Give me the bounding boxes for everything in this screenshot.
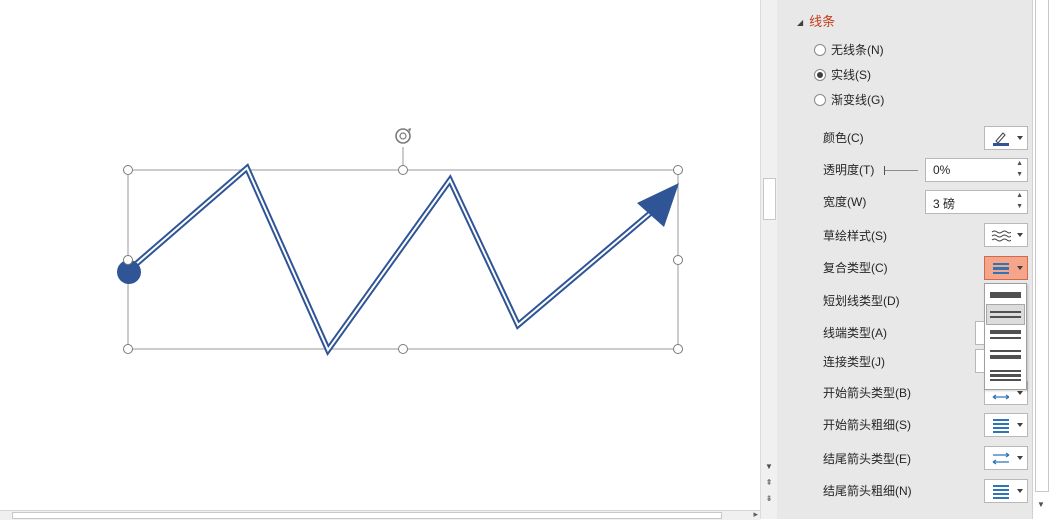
spin-up-icon[interactable]: ▲ [1016, 160, 1023, 167]
rotate-handle-icon[interactable] [395, 128, 411, 144]
vertical-scroll-thumb[interactable] [763, 178, 776, 220]
begin-arrow-type-label: 开始箭头类型(B) [823, 386, 911, 400]
chevron-down-icon [1017, 423, 1023, 427]
line-section-header[interactable]: ◢ 线条 [797, 11, 835, 30]
line-weights-icon [993, 485, 1009, 499]
radio-icon-checked[interactable] [814, 69, 826, 81]
color-label: 颜色(C) [823, 131, 864, 145]
handle-top-left [123, 165, 133, 175]
begin-arrow-size-label: 开始箭头粗细(S) [823, 418, 911, 432]
end-arrow-type-label: 结尾箭头类型(E) [823, 452, 911, 466]
width-value[interactable]: 3 磅 [933, 195, 955, 212]
panel-scroll-thumb[interactable] [1035, 0, 1049, 492]
section-title-text: 线条 [809, 14, 836, 29]
radio-label: 无线条(N) [831, 43, 884, 57]
compound-option-double[interactable] [986, 304, 1025, 325]
transparency-spinner[interactable]: 0% ▲ ▼ [925, 158, 1028, 182]
compound-option-single[interactable] [987, 286, 1024, 305]
radio-icon[interactable] [814, 44, 826, 56]
handle-bottom-right [673, 344, 683, 354]
line-weights-icon [993, 419, 1009, 433]
slider-thumb[interactable] [884, 166, 885, 175]
radio-label: 渐变线(G) [831, 93, 885, 107]
join-type-label: 连接类型(J) [823, 355, 885, 369]
radio-label: 实线(S) [831, 68, 871, 82]
sketch-style-label: 草绘样式(S) [823, 229, 887, 243]
prev-page-icon[interactable]: ⇞ [762, 476, 776, 489]
radio-no-line[interactable]: 无线条(N) [814, 42, 884, 58]
compound-type-label: 复合类型(C) [823, 261, 888, 275]
compound-option-thin-thick[interactable] [987, 346, 1024, 365]
chevron-down-icon [1017, 489, 1023, 493]
swap-arrows-icon [992, 452, 1010, 465]
scroll-down-icon[interactable]: ▼ [762, 460, 776, 473]
transparency-value[interactable]: 0% [933, 163, 950, 177]
spin-up-icon[interactable]: ▲ [1016, 192, 1023, 199]
chevron-down-icon [1017, 391, 1023, 395]
scroll-right-icon[interactable]: ▸ [753, 509, 758, 520]
radio-solid-line[interactable]: 实线(S) [814, 67, 871, 83]
transparency-slider[interactable] [884, 166, 918, 175]
chevron-down-icon [1017, 233, 1023, 237]
sketch-style-button[interactable] [984, 223, 1028, 247]
horizontal-scroll-thumb[interactable] [12, 512, 722, 519]
dash-type-label: 短划线类型(D) [823, 294, 900, 308]
handle-bottom [398, 344, 408, 354]
spin-down-icon[interactable]: ▼ [1016, 203, 1023, 210]
pen-color-icon [993, 132, 1009, 146]
chevron-down-icon [1017, 456, 1023, 460]
compound-type-button[interactable] [984, 256, 1028, 280]
compound-option-triple[interactable] [987, 366, 1024, 385]
begin-arrow-size-button[interactable] [984, 413, 1028, 437]
cap-type-label: 线端类型(A) [823, 326, 887, 340]
end-arrow-size-label: 结尾箭头粗细(N) [823, 484, 912, 498]
end-arrow-type-button[interactable] [984, 446, 1028, 470]
compound-option-thick-thin[interactable] [987, 325, 1024, 344]
radio-icon[interactable] [814, 94, 826, 106]
radio-gradient-line[interactable]: 渐变线(G) [814, 92, 884, 108]
handle-right [673, 255, 683, 265]
handle-top [398, 165, 408, 175]
handle-top-right [673, 165, 683, 175]
chevron-down-icon [1017, 266, 1023, 270]
zigzag-arrow-shape[interactable] [0, 0, 760, 519]
zigzag-inner-gap [127, 166, 661, 353]
next-page-icon[interactable]: ⇟ [762, 492, 776, 505]
outline-color-button[interactable] [984, 126, 1028, 150]
handle-left [123, 255, 133, 265]
end-arrow-size-button[interactable] [984, 479, 1028, 503]
scroll-down-icon[interactable]: ▼ [1037, 500, 1045, 509]
collapse-triangle-icon[interactable]: ◢ [797, 18, 803, 27]
compound-lines-icon [993, 263, 1009, 274]
width-label: 宽度(W) [823, 195, 867, 209]
vertical-scrollbar[interactable]: ▼ ⇞ ⇟ [760, 0, 777, 519]
handle-bottom-left [123, 344, 133, 354]
spin-down-icon[interactable]: ▼ [1016, 171, 1023, 178]
panel-scrollbar[interactable]: ▼ [1032, 0, 1060, 519]
chevron-down-icon [1017, 136, 1023, 140]
wavy-lines-icon [991, 230, 1011, 242]
compound-type-menu [984, 283, 1027, 390]
slide-canvas[interactable]: ▸ [0, 0, 760, 520]
width-spinner[interactable]: 3 磅 ▲ ▼ [925, 190, 1028, 214]
transparency-label: 透明度(T) [823, 163, 875, 177]
